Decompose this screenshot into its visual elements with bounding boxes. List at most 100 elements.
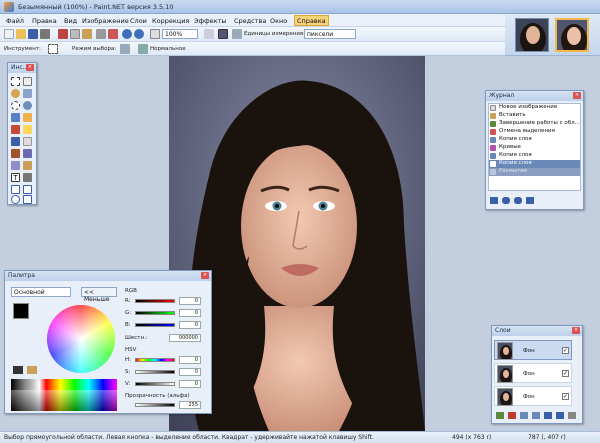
cut-icon[interactable]: [58, 29, 68, 39]
paint-bucket-tool-icon[interactable]: [11, 125, 20, 134]
reset-colors-icon[interactable]: [27, 366, 37, 374]
value-slider[interactable]: [135, 382, 175, 386]
freeform-shape-tool-icon[interactable]: [23, 195, 32, 204]
red-slider[interactable]: [135, 299, 175, 303]
paintbrush-tool-icon[interactable]: [11, 137, 20, 146]
move-layer-down-icon[interactable]: [556, 412, 564, 419]
text-tool-icon[interactable]: T: [11, 173, 20, 182]
layer-visibility-checkbox[interactable]: ✓: [562, 393, 569, 400]
blue-value[interactable]: 0: [179, 321, 201, 329]
green-value[interactable]: 0: [179, 309, 201, 317]
save-icon[interactable]: [28, 29, 38, 39]
units-select[interactable]: пиксели: [304, 29, 356, 39]
history-item[interactable]: Кривые: [489, 144, 580, 152]
ellipse-select-tool-icon[interactable]: [11, 101, 20, 110]
layer-item[interactable]: Фон ✓: [494, 386, 572, 406]
color-wheel[interactable]: [47, 305, 115, 373]
saturation-value[interactable]: 0: [179, 368, 201, 376]
less-button[interactable]: << Меньше: [81, 287, 117, 303]
delete-layer-icon[interactable]: [508, 412, 516, 419]
move-tool-icon[interactable]: [23, 77, 32, 86]
history-item[interactable]: Новое изображение: [489, 104, 580, 112]
add-layer-icon[interactable]: [496, 412, 504, 419]
history-item[interactable]: Отмена выделения: [489, 128, 580, 136]
undo-icon[interactable]: [122, 29, 132, 39]
new-icon[interactable]: [4, 29, 14, 39]
history-item[interactable]: Завершение работы с обл...: [489, 120, 580, 128]
deselect-icon[interactable]: [108, 29, 118, 39]
gradient-tool-icon[interactable]: [23, 125, 32, 134]
menu-file[interactable]: Файл: [4, 17, 26, 25]
blend-mode[interactable]: Нормальное: [150, 46, 186, 52]
history-item[interactable]: Копия слоя: [489, 136, 580, 144]
menu-view[interactable]: Вид: [62, 17, 79, 25]
merge-layer-icon[interactable]: [532, 412, 540, 419]
magic-wand-tool-icon[interactable]: [11, 113, 20, 122]
redo-icon[interactable]: [134, 29, 144, 39]
history-item-redoable[interactable]: Размытие: [489, 168, 580, 176]
menu-adjustments[interactable]: Коррекция: [150, 17, 191, 25]
zoom-tool-icon[interactable]: [23, 101, 32, 110]
close-icon[interactable]: ×: [573, 92, 581, 99]
eraser-tool-icon[interactable]: [23, 137, 32, 146]
image-thumbnail-2[interactable]: [555, 18, 589, 52]
menu-window[interactable]: Окно: [268, 17, 289, 25]
layer-visibility-checkbox[interactable]: ✓: [562, 370, 569, 377]
history-item-selected[interactable]: Копия слоя: [489, 160, 580, 168]
rectangle-tool-icon[interactable]: [11, 185, 20, 194]
layer-properties-icon[interactable]: [568, 412, 576, 419]
grid-icon[interactable]: [150, 29, 160, 39]
open-icon[interactable]: [16, 29, 26, 39]
hue-value[interactable]: 0: [179, 356, 201, 364]
hue-slider[interactable]: [135, 358, 175, 362]
blend-icon[interactable]: [138, 44, 148, 54]
history-item[interactable]: Вставить: [489, 112, 580, 120]
lasso-tool-icon[interactable]: [11, 89, 20, 98]
value-value[interactable]: 0: [179, 380, 201, 388]
rect-select-icon[interactable]: [48, 44, 58, 54]
paste-icon[interactable]: [82, 29, 92, 39]
line-tool-icon[interactable]: [23, 173, 32, 182]
rect-select-tool-icon[interactable]: [11, 77, 20, 86]
alpha-slider[interactable]: [135, 403, 175, 407]
fast-forward-icon[interactable]: [526, 197, 534, 204]
copy-icon[interactable]: [70, 29, 80, 39]
color-target-select[interactable]: Основной: [11, 287, 71, 297]
history-item[interactable]: Копия слоя: [489, 152, 580, 160]
menu-image[interactable]: Изображение: [80, 17, 131, 25]
pan-tool-icon[interactable]: [23, 113, 32, 122]
green-slider[interactable]: [135, 311, 175, 315]
move-layer-up-icon[interactable]: [544, 412, 552, 419]
menu-edit[interactable]: Правка: [30, 17, 59, 25]
red-value[interactable]: 0: [179, 297, 201, 305]
hex-value[interactable]: 000000: [169, 334, 201, 342]
layer-visibility-checkbox[interactable]: ✓: [562, 347, 569, 354]
menu-help[interactable]: Справка: [294, 15, 329, 26]
clone-stamp-tool-icon[interactable]: [11, 161, 20, 170]
crop-icon[interactable]: [96, 29, 106, 39]
swap-colors-icon[interactable]: [13, 366, 23, 374]
zoom-icon[interactable]: [204, 29, 214, 39]
layer-item[interactable]: Фон ✓: [494, 363, 572, 383]
color-swatches[interactable]: [11, 379, 117, 411]
alpha-value[interactable]: 255: [179, 401, 201, 409]
rewind-icon[interactable]: [490, 197, 498, 204]
image-thumbnail-1[interactable]: [515, 18, 549, 52]
close-icon[interactable]: ×: [572, 327, 580, 334]
primary-color-swatch[interactable]: [13, 303, 29, 319]
menu-effects[interactable]: Эффекты: [192, 17, 229, 25]
menu-tools[interactable]: Средства: [232, 17, 268, 25]
ruler-icon[interactable]: [232, 29, 242, 39]
move-selection-tool-icon[interactable]: [23, 89, 32, 98]
grid-toggle-icon[interactable]: [218, 29, 228, 39]
ellipse-tool-icon[interactable]: [11, 195, 20, 204]
selection-mode-icon[interactable]: [120, 44, 130, 54]
rounded-rectangle-tool-icon[interactable]: [23, 185, 32, 194]
color-picker-tool-icon[interactable]: [23, 149, 32, 158]
redo-icon[interactable]: [514, 197, 522, 204]
saturation-slider[interactable]: [135, 370, 175, 374]
undo-icon[interactable]: [502, 197, 510, 204]
close-icon[interactable]: ×: [26, 64, 34, 71]
zoom-field[interactable]: 100%: [162, 29, 198, 39]
print-icon[interactable]: [40, 29, 50, 39]
